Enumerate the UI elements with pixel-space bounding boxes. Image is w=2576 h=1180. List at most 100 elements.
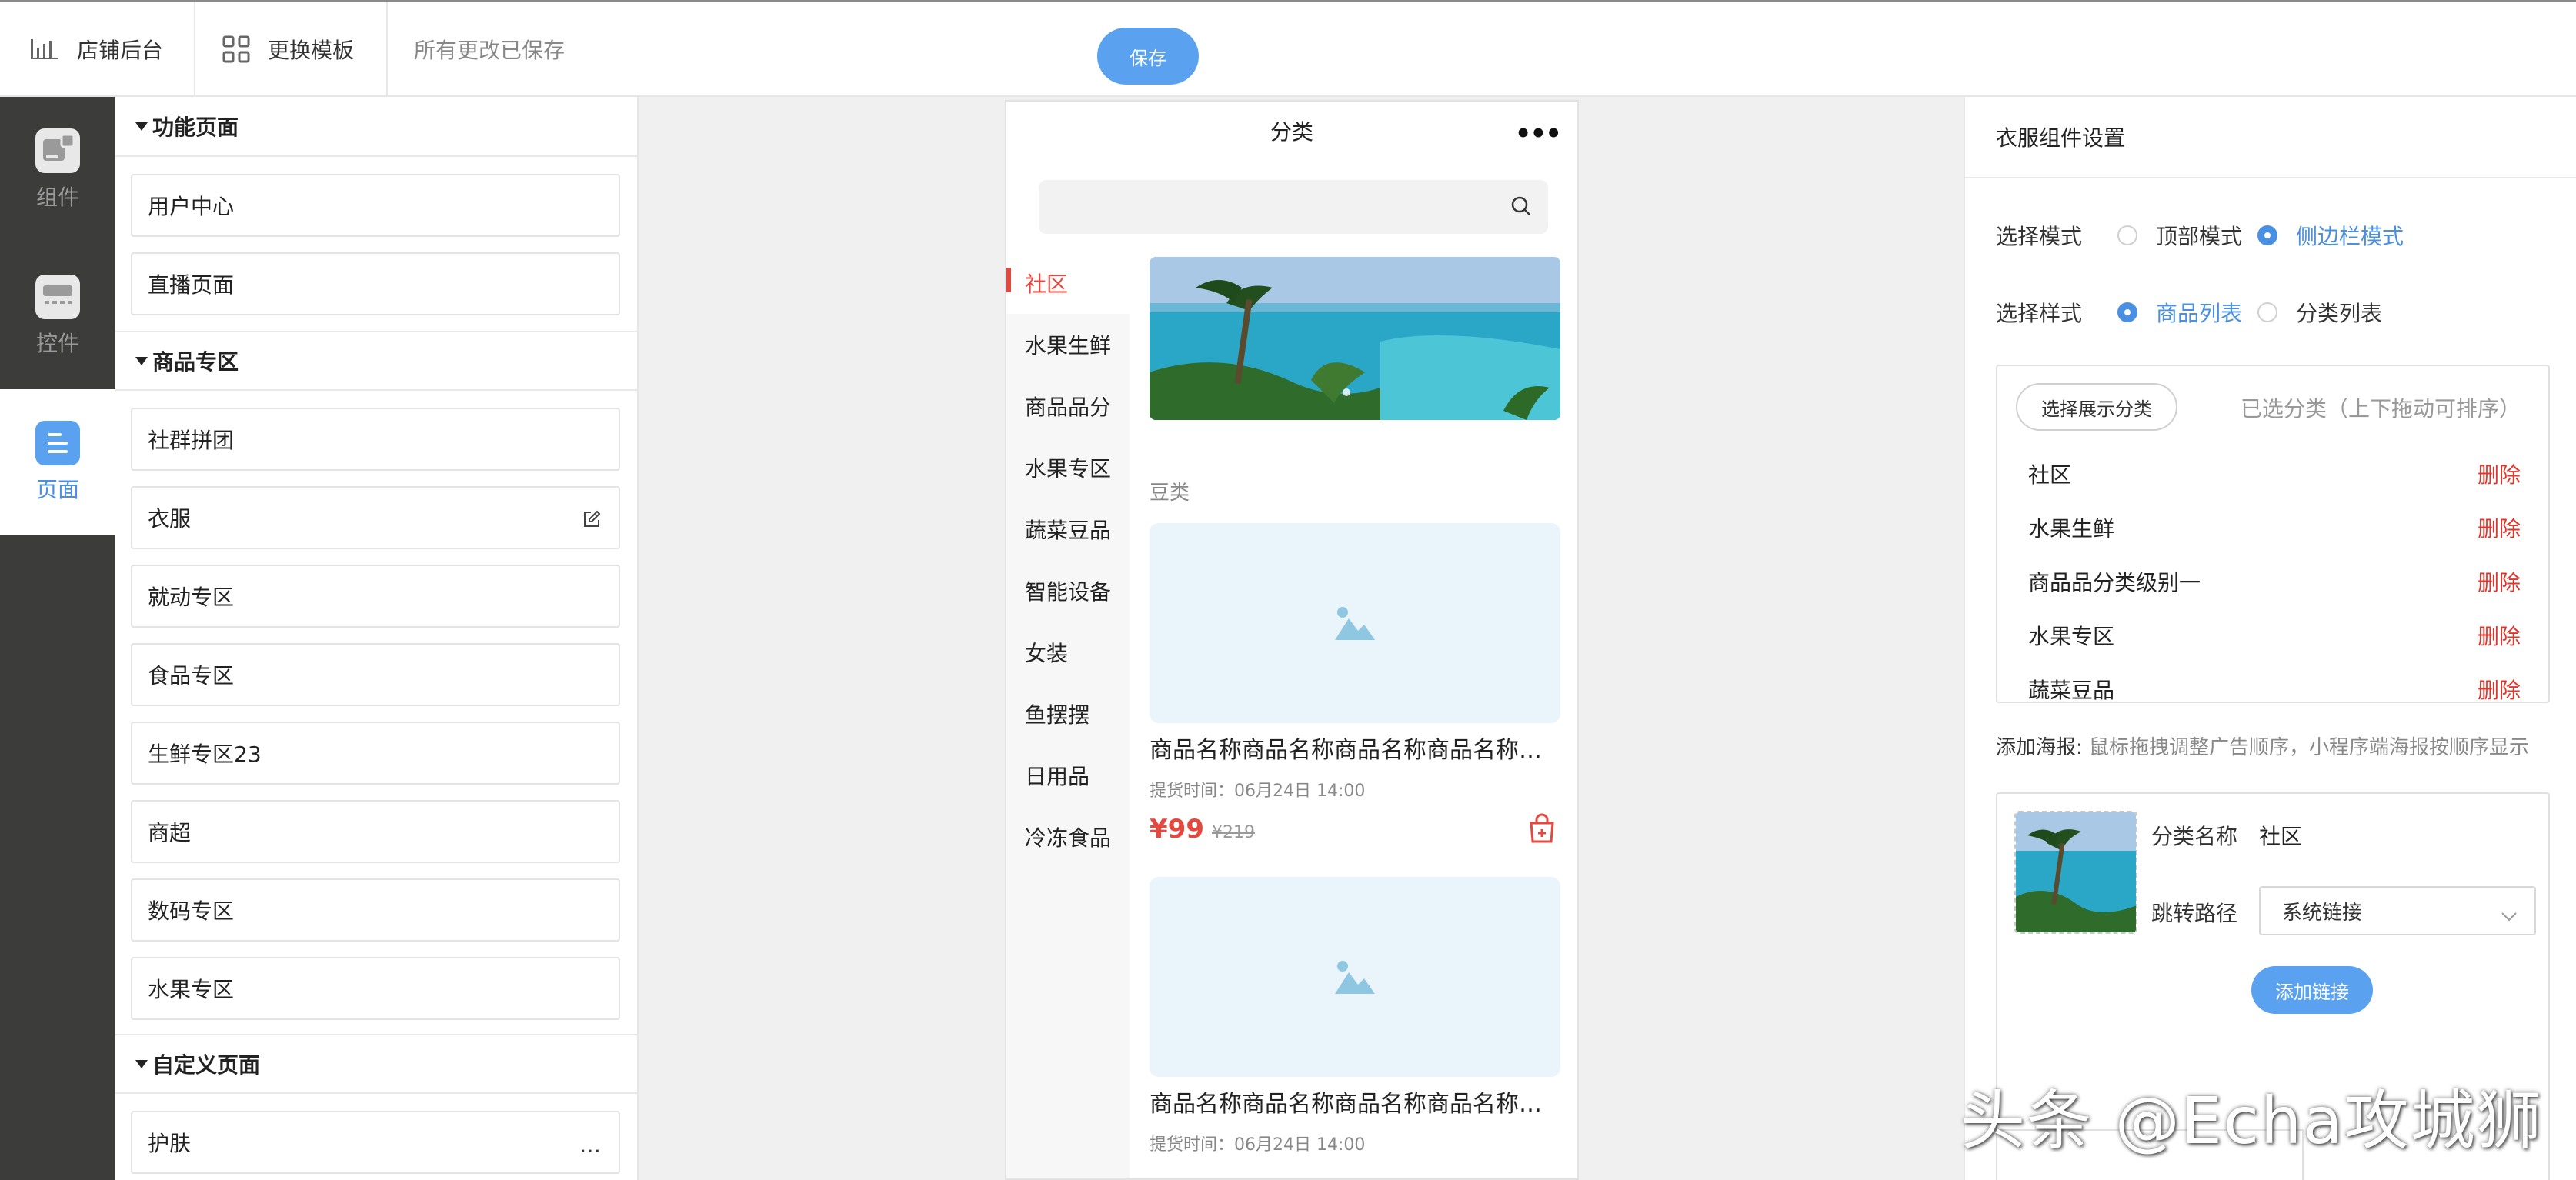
page-item[interactable]: 就动专区	[131, 565, 620, 628]
category-item[interactable]: 鱼摆摆	[1006, 683, 1130, 745]
banner-image[interactable]	[1150, 257, 1560, 420]
selected-category-row[interactable]: 商品品分类级别一 删除	[2028, 566, 2521, 597]
selected-category-row[interactable]: 社区 删除	[2028, 458, 2521, 489]
category-item[interactable]: 蔬菜豆品	[1006, 498, 1130, 560]
category-name-label: 分类名称	[2151, 824, 2238, 849]
radio-circle	[2117, 302, 2137, 322]
rail-item-components[interactable]: 组件	[0, 97, 115, 243]
divider	[386, 2, 388, 97]
page-item[interactable]: 商超	[131, 800, 620, 863]
rail-item-pages[interactable]: 页面	[0, 389, 115, 535]
page-item[interactable]: 用户中心	[131, 174, 620, 237]
product-image-placeholder[interactable]	[1150, 523, 1560, 723]
section-function-pages[interactable]: 功能页面	[115, 97, 639, 157]
rail-item-label: 页面	[35, 477, 79, 502]
image-placeholder-icon	[1335, 961, 1375, 994]
save-button[interactable]: 保存	[1097, 28, 1199, 85]
group-title: 豆类	[1150, 482, 1190, 505]
add-link-button[interactable]: 添加链接	[2251, 966, 2373, 1014]
divider	[194, 2, 195, 97]
product-image-placeholder[interactable]	[1150, 877, 1560, 1077]
page-item-active[interactable]: 衣服	[131, 486, 620, 549]
poster-instructions: 添加海报: 鼠标拖拽调整广告顺序，小程序端海报按顺序显示	[1996, 736, 2530, 759]
page-icon	[35, 421, 80, 465]
top-bar: 店铺后台 更换模板 所有更改已保存 保存	[0, 0, 2576, 97]
category-name-value: 社区	[2259, 824, 2303, 849]
selected-categories-box: 选择展示分类 已选分类（上下拖动可排序） 社区 删除 水果生鲜 删除 商品品分类…	[1996, 365, 2550, 703]
preview-title: 分类	[1270, 119, 1313, 145]
settings-title: 衣服组件设置	[1965, 97, 2576, 178]
edit-icon[interactable]	[582, 509, 602, 535]
delete-button[interactable]: 删除	[2478, 674, 2521, 702]
product-name[interactable]: 商品名称商品名称商品名称商品名称商品名称	[1150, 1085, 1560, 1118]
more-dots-icon[interactable]: •••	[1515, 118, 1562, 149]
component-icon	[35, 128, 80, 173]
product-price: ¥99 ¥219	[1150, 814, 1255, 845]
selected-hint: 已选分类（上下拖动可排序）	[2240, 396, 2521, 422]
radio-circle	[2257, 302, 2277, 322]
chevron-down-icon	[2501, 905, 2518, 928]
radio-sidebar-mode[interactable]: 侧边栏模式	[2257, 220, 2404, 251]
change-template-label: 更换模板	[268, 38, 355, 63]
delete-button[interactable]: 删除	[2478, 458, 2521, 489]
image-placeholder-icon	[1335, 607, 1375, 640]
radio-top-mode[interactable]: 顶部模式	[2117, 220, 2242, 251]
selected-category-row[interactable]: 水果专区 删除	[2028, 620, 2521, 651]
selected-category-row[interactable]: 水果生鲜 删除	[2028, 512, 2521, 543]
category-item[interactable]: 商品品分	[1006, 375, 1130, 437]
page-item[interactable]: 直播页面	[131, 252, 620, 315]
delete-button[interactable]: 删除	[2478, 620, 2521, 651]
search-icon	[1510, 195, 1533, 221]
saved-status: 所有更改已保存	[414, 38, 566, 63]
style-label: 选择样式	[1996, 301, 2083, 326]
radio-circle	[2117, 225, 2137, 245]
page-item[interactable]: 水果专区	[131, 957, 620, 1020]
category-item[interactable]: 女装	[1006, 622, 1130, 683]
delete-button[interactable]: 删除	[2478, 512, 2521, 543]
category-item[interactable]: 日用品	[1006, 745, 1130, 806]
jump-path-label: 跳转路径	[2151, 901, 2238, 926]
shop-admin-link[interactable]: 店铺后台	[29, 2, 163, 97]
delete-button[interactable]: 删除	[2478, 566, 2521, 597]
change-template-link[interactable]: 更换模板	[222, 2, 354, 97]
rail-item-label: 控件	[35, 331, 79, 356]
page-item[interactable]: 护肤 …	[131, 1111, 620, 1174]
page-item[interactable]: 食品专区	[131, 643, 620, 706]
grid-icon	[222, 35, 251, 64]
page-item[interactable]: 数码专区	[131, 878, 620, 942]
category-item-active[interactable]: 社区	[1006, 252, 1130, 314]
product-pickup-time: 提货时间：06月24日 14:00	[1150, 782, 1366, 801]
bar-chart-icon	[29, 38, 60, 61]
page-item[interactable]: 生鲜专区23	[131, 722, 620, 785]
section-custom-pages[interactable]: 自定义页面	[115, 1034, 639, 1094]
selected-category-row[interactable]: 蔬菜豆品 删除	[2028, 674, 2521, 702]
more-icon[interactable]: …	[579, 1132, 602, 1158]
component-settings-panel: 衣服组件设置 选择模式 顶部模式 侧边栏模式 选择样式 商品列表 分类列表 选择…	[1964, 97, 2576, 1180]
category-item[interactable]: 冷冻食品	[1006, 806, 1130, 868]
category-sidebar: 社区 水果生鲜 商品品分 水果专区 蔬菜豆品 智能设备 女装 鱼摆摆 日用品 冷…	[1006, 252, 1130, 1178]
choose-categories-button[interactable]: 选择展示分类	[2016, 383, 2177, 431]
caret-down-icon	[135, 1059, 148, 1068]
category-item[interactable]: 水果专区	[1006, 437, 1130, 498]
category-item[interactable]: 水果生鲜	[1006, 314, 1130, 375]
phone-preview: 分类 ••• 社区 水果生鲜 商品品分 水果专区 蔬菜豆品 智能设备 女装 鱼摆…	[1005, 100, 1579, 1180]
rail-item-label: 组件	[35, 185, 79, 210]
product-pickup-time: 提货时间：06月24日 14:00	[1150, 1135, 1366, 1155]
shop-admin-label: 店铺后台	[77, 38, 164, 63]
preview-search-bar[interactable]	[1039, 180, 1548, 234]
add-to-cart-icon[interactable]	[1527, 812, 1557, 848]
rail-item-controls[interactable]: 控件	[0, 243, 115, 389]
category-item[interactable]: 智能设备	[1006, 560, 1130, 622]
radio-category-list[interactable]: 分类列表	[2257, 297, 2382, 328]
product-name[interactable]: 商品名称商品名称商品名称商品名称商品名称	[1150, 731, 1560, 765]
poster-thumbnail[interactable]	[2014, 811, 2137, 934]
watermark: 头条 @Echa攻城狮	[1960, 1083, 2543, 1158]
section-goods-zone[interactable]: 商品专区	[115, 331, 639, 391]
mode-label: 选择模式	[1996, 224, 2083, 249]
control-icon	[35, 275, 80, 319]
jump-path-select[interactable]: 系统链接	[2259, 886, 2536, 935]
left-rail: 组件 控件 页面	[0, 97, 115, 1180]
page-item[interactable]: 社群拼团	[131, 408, 620, 471]
radio-goods-list[interactable]: 商品列表	[2117, 297, 2242, 328]
radio-circle	[2257, 225, 2277, 245]
